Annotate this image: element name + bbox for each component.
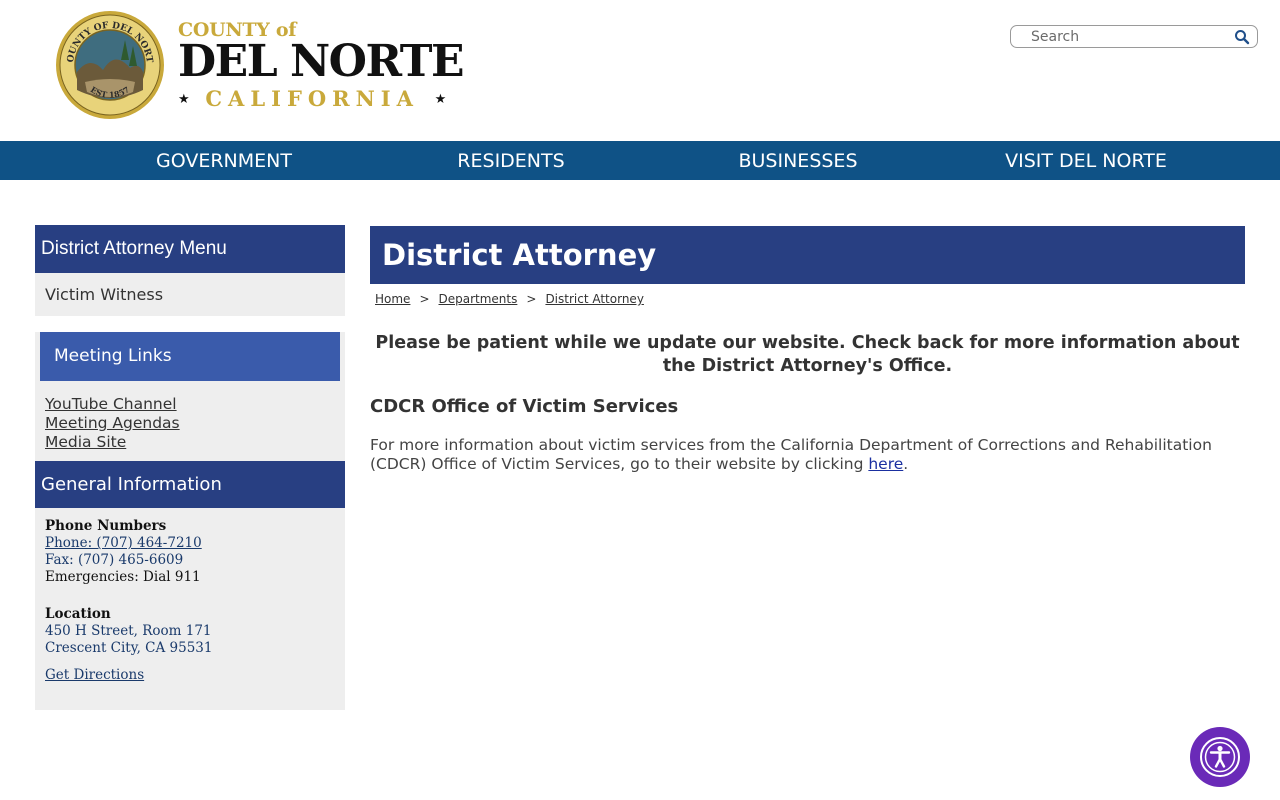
breadcrumb: Home > Departments > District Attorney	[370, 292, 1245, 306]
county-wordmark[interactable]: COUNTY of DEL NORTE ★ CALIFORNIA ★	[178, 18, 465, 113]
sidebar-menu: Victim Witness	[35, 273, 345, 317]
media-site-link[interactable]: Media Site	[45, 433, 340, 452]
emergencies-text: Emergencies: Dial 911	[45, 569, 201, 585]
general-information-title: General Information	[35, 461, 345, 508]
brand-name: DEL NORTE	[178, 36, 465, 87]
sidebar-spacer	[35, 317, 345, 332]
brand-state-text: CALIFORNIA	[205, 86, 419, 111]
youtube-channel-link[interactable]: YouTube Channel	[45, 395, 340, 414]
nav-item-residents[interactable]: RESIDENTS	[457, 141, 564, 180]
fax-number: Fax: (707) 465-6609	[45, 552, 184, 568]
sidebar: District Attorney Menu Victim Witness Me…	[35, 225, 345, 710]
accessibility-icon	[1200, 737, 1240, 777]
meeting-links-list: YouTube Channel Meeting Agendas Media Si…	[40, 381, 340, 452]
cdcr-paragraph: For more information about victim servic…	[370, 436, 1245, 474]
cdcr-section-heading: CDCR Office of Victim Services	[370, 396, 679, 417]
nav-item-government[interactable]: GOVERNMENT	[156, 141, 292, 180]
breadcrumb-separator: >	[419, 292, 430, 306]
cdcr-here-link[interactable]: here	[868, 455, 903, 473]
nav-item-visit-del-norte[interactable]: VISIT DEL NORTE	[1005, 141, 1167, 180]
county-seal-logo[interactable]: COUNTY OF DEL NORTE EST 1857	[51, 3, 165, 120]
page-title: District Attorney	[370, 226, 1245, 284]
sidebar-item-victim-witness[interactable]: Victim Witness	[35, 273, 345, 317]
location-label: Location	[45, 606, 111, 622]
breadcrumb-home[interactable]: Home	[375, 292, 410, 306]
search-icon[interactable]	[1234, 29, 1250, 45]
sidebar-menu-title: District Attorney Menu	[35, 225, 345, 273]
breadcrumb-departments[interactable]: Departments	[439, 292, 518, 306]
breadcrumb-district-attorney[interactable]: District Attorney	[545, 292, 643, 306]
update-notice: Please be patient while we update our we…	[375, 333, 1240, 376]
meeting-links-panel: Meeting Links YouTube Channel Meeting Ag…	[35, 332, 345, 461]
breadcrumb-separator: >	[526, 292, 537, 306]
general-information-panel: Phone Numbers Phone: (707) 464-7210 Fax:…	[35, 508, 345, 710]
meeting-agendas-link[interactable]: Meeting Agendas	[45, 414, 340, 433]
search-box	[1010, 25, 1258, 48]
meeting-links-title: Meeting Links	[40, 332, 340, 381]
phone-link[interactable]: Phone: (707) 464-7210	[45, 535, 202, 551]
site-header: COUNTY OF DEL NORTE EST 1857 COUNTY of D…	[0, 0, 1280, 141]
main-content: District Attorney Home > Departments > Distr…	[370, 226, 1245, 474]
star-icon: ★	[434, 92, 447, 107]
main-nav: GOVERNMENT RESIDENTS BUSINESSES VISIT DE…	[0, 141, 1280, 180]
star-icon: ★	[178, 92, 190, 107]
get-directions-link[interactable]: Get Directions	[45, 667, 144, 683]
cdcr-paragraph-end: .	[903, 455, 909, 473]
brand-state: ★ CALIFORNIA ★	[178, 86, 463, 113]
accessibility-button[interactable]	[1190, 727, 1250, 787]
phone-numbers-label: Phone Numbers	[45, 518, 167, 534]
search-input[interactable]	[1023, 28, 1239, 45]
address-line-1: 450 H Street, Room 171	[45, 623, 212, 639]
cdcr-paragraph-text: For more information about victim servic…	[370, 436, 1212, 473]
nav-item-businesses[interactable]: BUSINESSES	[738, 141, 857, 180]
address-line-2: Crescent City, CA 95531	[45, 640, 213, 656]
